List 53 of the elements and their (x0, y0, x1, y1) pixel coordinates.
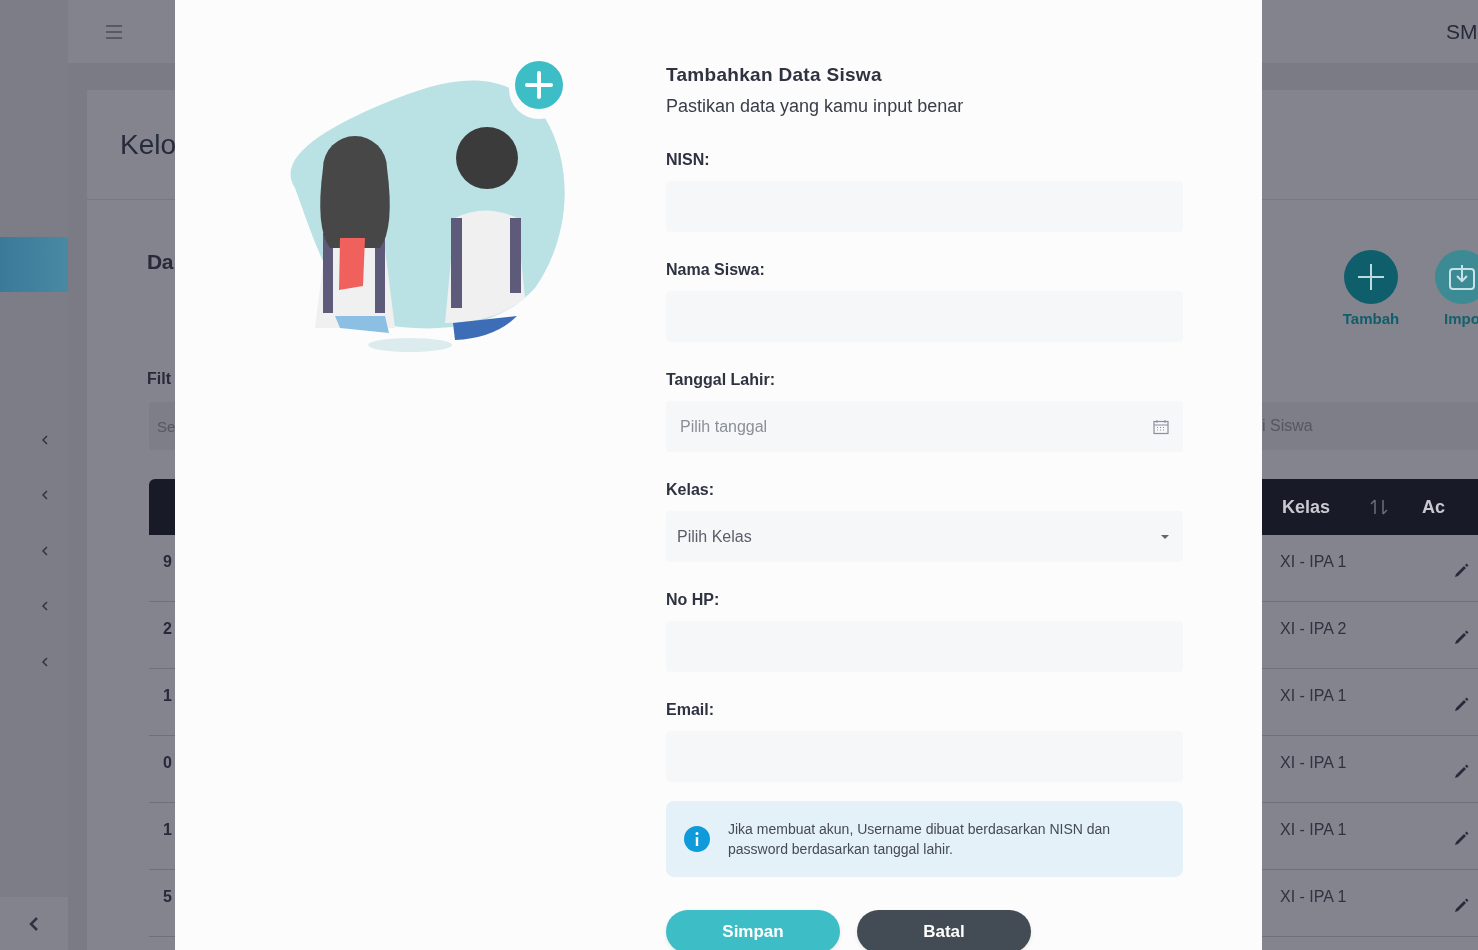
table-cell: 5 (163, 888, 172, 906)
edit-icon[interactable] (1453, 896, 1470, 913)
app-title: SM (1446, 19, 1478, 44)
info-icon (684, 826, 710, 852)
add-action[interactable]: Tambah (1336, 250, 1406, 402)
section-title: Da (147, 250, 175, 274)
chevron-icon (42, 545, 48, 556)
sidebar-item[interactable] (0, 237, 68, 292)
edit-icon[interactable] (1453, 829, 1470, 846)
field-label: Email: (666, 701, 715, 719)
table-cell: 2 (163, 620, 172, 638)
modal-subtitle: Pastikan data yang kamu input benar (666, 96, 965, 117)
chevron-icon (42, 601, 48, 612)
edit-icon[interactable] (1453, 561, 1470, 578)
download-icon (1449, 264, 1475, 290)
field-label: Nama Siswa: (666, 261, 766, 279)
filter-label: Filt (147, 370, 172, 388)
save-button[interactable]: Simpan (666, 910, 840, 950)
sort-icon[interactable] (1370, 498, 1389, 516)
info-message: Jika membuat akun, Username dibuat berdasarkan NISN dan password berdasarkan tanggal lahir. (728, 820, 1112, 859)
column-header[interactable]: Kelas (1282, 496, 1389, 518)
table-header (149, 479, 175, 535)
column-header[interactable]: Ac (1422, 496, 1478, 518)
field-label: NISN: (666, 151, 711, 169)
date-field[interactable]: Pilih tanggal (666, 401, 1183, 452)
cancel-button[interactable]: Batal (857, 910, 1031, 950)
table-cell: XI - IPA 1 (1280, 821, 1347, 839)
field-label: No HP: (666, 591, 721, 609)
table-cell: 1 (163, 821, 172, 839)
table-cell: XI - IPA 1 (1280, 687, 1347, 705)
modal-title: Tambahkan Data Siswa (666, 64, 883, 86)
edit-icon[interactable] (1453, 762, 1470, 779)
table-cell: 9 (163, 553, 172, 571)
table-cell: 1 (163, 687, 172, 705)
field-label: Kelas: (666, 481, 716, 499)
table-cell: XI - IPA 1 (1280, 553, 1347, 571)
caret-icon (1161, 534, 1169, 539)
select-field[interactable]: Pilih Kelas (666, 511, 1183, 562)
plus-icon (1357, 263, 1385, 291)
table-cell: 0 (163, 754, 172, 772)
menu-icon[interactable] (106, 24, 122, 39)
table-cell: XI - IPA 1 (1280, 754, 1347, 772)
edit-icon[interactable] (1453, 628, 1470, 645)
chevron-icon (42, 656, 48, 667)
calendar-icon[interactable] (1153, 418, 1169, 435)
collapse-icon[interactable] (29, 915, 39, 932)
field-label: Tanggal Lahir: (666, 371, 777, 389)
page-title: Kelo (120, 128, 175, 161)
chevron-icon (42, 490, 48, 501)
table-cell: XI - IPA 1 (1280, 888, 1347, 906)
chevron-icon (42, 434, 48, 445)
table-cell: XI - IPA 2 (1280, 620, 1347, 638)
edit-icon[interactable] (1453, 695, 1470, 712)
